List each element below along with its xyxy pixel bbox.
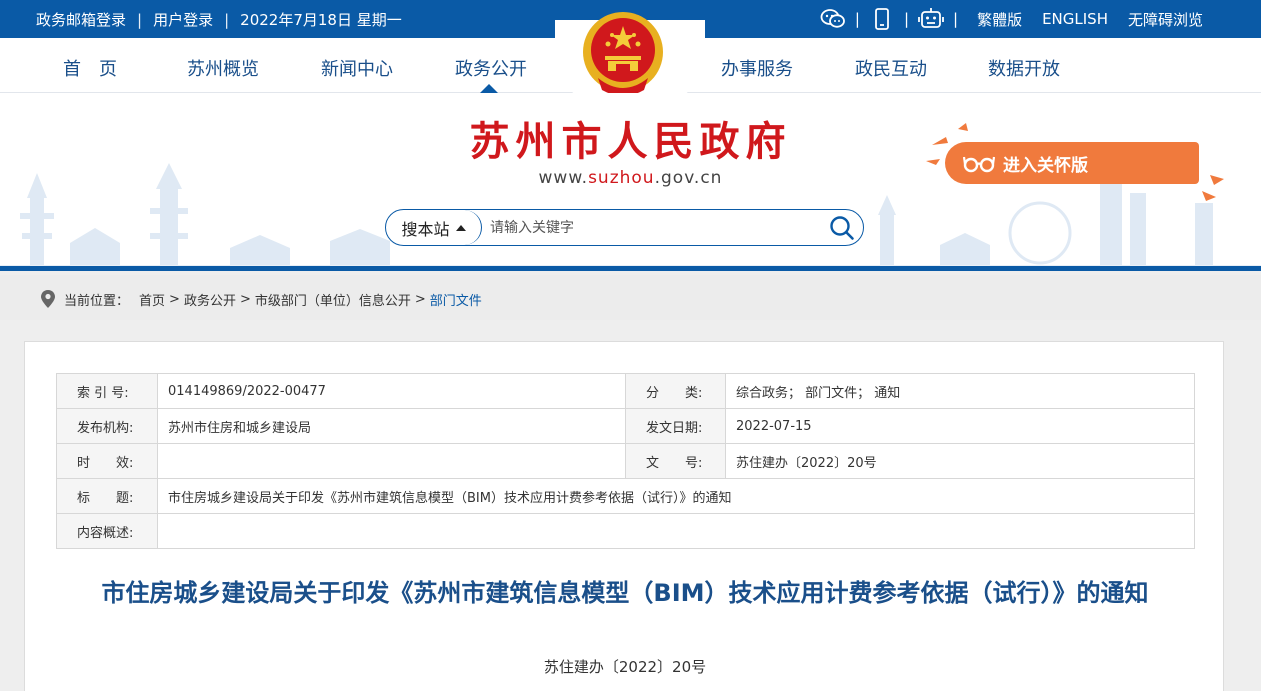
english-link[interactable]: ENGLISH bbox=[1042, 10, 1108, 28]
content-panel: 索 引 号: 014149869/2022-00477 分 类: 综合政务； 部… bbox=[24, 341, 1224, 691]
document-meta-table: 索 引 号: 014149869/2022-00477 分 类: 综合政务； 部… bbox=[56, 373, 1195, 549]
category-value: 综合政务； 部门文件； 通知 bbox=[725, 373, 1195, 409]
nav-item-gov-affairs[interactable]: 政务公开 bbox=[455, 55, 527, 81]
breadcrumb-item-departments[interactable]: 市级部门（单位）信息公开 bbox=[255, 290, 411, 309]
breadcrumb: 当前位置： 首页 > 政务公开 > 市级部门（单位）信息公开 > 部门文件 bbox=[0, 275, 1261, 320]
traditional-chinese-link[interactable]: 繁體版 bbox=[977, 9, 1022, 30]
table-row: 内容概述: bbox=[56, 513, 1195, 549]
table-row: 索 引 号: 014149869/2022-00477 分 类: 综合政务； 部… bbox=[56, 373, 1195, 409]
search-scope-label: 搜本站 bbox=[401, 219, 450, 239]
separator: | bbox=[953, 10, 959, 28]
nav-item-news[interactable]: 新闻中心 bbox=[321, 55, 393, 81]
location-pin-icon bbox=[41, 290, 55, 308]
separator: | bbox=[903, 10, 909, 28]
validity-label: 时 效: bbox=[56, 443, 158, 479]
org-value: 苏州市住房和城乡建设局 bbox=[157, 408, 626, 444]
care-version-button[interactable]: 进入关怀版 bbox=[945, 142, 1199, 184]
site-search: 搜本站 bbox=[385, 209, 864, 246]
document-number: 苏住建办〔2022〕20号 bbox=[543, 658, 707, 676]
search-input[interactable] bbox=[490, 216, 810, 240]
robot-icon[interactable] bbox=[918, 7, 944, 31]
nav-item-home[interactable]: 首 页 bbox=[63, 55, 117, 81]
banner-bottom-line bbox=[0, 266, 1261, 271]
separator: | bbox=[854, 10, 860, 28]
user-login-link[interactable]: 用户登录 bbox=[153, 9, 213, 30]
category-label: 分 类: bbox=[625, 373, 726, 409]
breadcrumb-inner: 当前位置： 首页 > 政务公开 > 市级部门（单位）信息公开 > 部门文件 bbox=[40, 289, 482, 309]
docno-label: 文 号: bbox=[625, 443, 726, 479]
docno-value: 苏住建办〔2022〕20号 bbox=[725, 443, 1195, 479]
nav-item-overview[interactable]: 苏州概览 bbox=[187, 55, 259, 81]
current-date: 2022年7月18日 星期一 bbox=[240, 11, 402, 29]
top-bar-left: 政务邮箱登录 | 用户登录 | 2022年7月18日 星期一 bbox=[36, 9, 402, 30]
accessibility-link[interactable]: 无障碍浏览 bbox=[1128, 9, 1203, 30]
table-row: 时 效: 文 号: 苏住建办〔2022〕20号 bbox=[56, 443, 1195, 479]
search-icon[interactable] bbox=[829, 215, 855, 241]
header-banner: 苏州市人民政府 www.suzhou.gov.cn 搜本站 进入关怀版 bbox=[0, 93, 1261, 271]
wechat-icon[interactable] bbox=[820, 7, 846, 31]
url-highlight: suzhou bbox=[588, 168, 655, 188]
breadcrumb-item-gov-affairs[interactable]: 政务公开 bbox=[184, 290, 236, 309]
date-value: 2022-07-15 bbox=[725, 408, 1195, 444]
nav-item-open-data[interactable]: 数据开放 bbox=[988, 55, 1060, 81]
breadcrumb-separator: > bbox=[414, 291, 426, 307]
search-scope-select[interactable]: 搜本站 bbox=[386, 210, 482, 245]
mobile-icon[interactable] bbox=[869, 7, 895, 31]
summary-value bbox=[157, 513, 1195, 549]
separator: | bbox=[224, 10, 230, 29]
document-title: 市住房城乡建设局关于印发《苏州市建筑信息模型（BIM）技术应用计费参考依据（试行… bbox=[101, 579, 1149, 607]
table-row: 标 题: 市住房城乡建设局关于印发《苏州市建筑信息模型（BIM）技术应用计费参考… bbox=[56, 478, 1195, 514]
breadcrumb-item-home[interactable]: 首页 bbox=[139, 290, 165, 309]
breadcrumb-separator: > bbox=[239, 291, 251, 307]
table-row: 发布机构: 苏州市住房和城乡建设局 发文日期: 2022-07-15 bbox=[56, 408, 1195, 444]
url-suffix: .gov.cn bbox=[654, 168, 723, 188]
care-version-label: 进入关怀版 bbox=[1003, 155, 1088, 176]
nav-item-interaction[interactable]: 政民互动 bbox=[855, 55, 927, 81]
glasses-icon bbox=[963, 156, 995, 173]
subject-value: 市住房城乡建设局关于印发《苏州市建筑信息模型（BIM）技术应用计费参考依据（试行… bbox=[157, 478, 1195, 514]
summary-label: 内容概述: bbox=[56, 513, 158, 549]
active-nav-indicator bbox=[480, 84, 498, 93]
org-label: 发布机构: bbox=[56, 408, 158, 444]
index-label: 索 引 号: bbox=[56, 373, 158, 409]
gov-mail-login-link[interactable]: 政务邮箱登录 bbox=[36, 9, 126, 30]
url-prefix: www. bbox=[538, 168, 589, 188]
caret-up-icon bbox=[455, 224, 466, 231]
nav-item-services[interactable]: 办事服务 bbox=[721, 55, 793, 81]
validity-value bbox=[157, 443, 626, 479]
breadcrumb-label: 当前位置： bbox=[64, 293, 130, 309]
separator: | bbox=[137, 10, 143, 29]
subject-label: 标 题: bbox=[56, 478, 158, 514]
breadcrumb-item-dept-docs[interactable]: 部门文件 bbox=[430, 290, 482, 309]
national-emblem-icon bbox=[583, 12, 663, 96]
index-value: 014149869/2022-00477 bbox=[157, 373, 626, 409]
breadcrumb-separator: > bbox=[169, 291, 180, 307]
top-bar-right: | | | 繁體版 ENGLISH 无障碍浏览 bbox=[820, 7, 1213, 31]
date-label: 发文日期: bbox=[625, 408, 726, 444]
